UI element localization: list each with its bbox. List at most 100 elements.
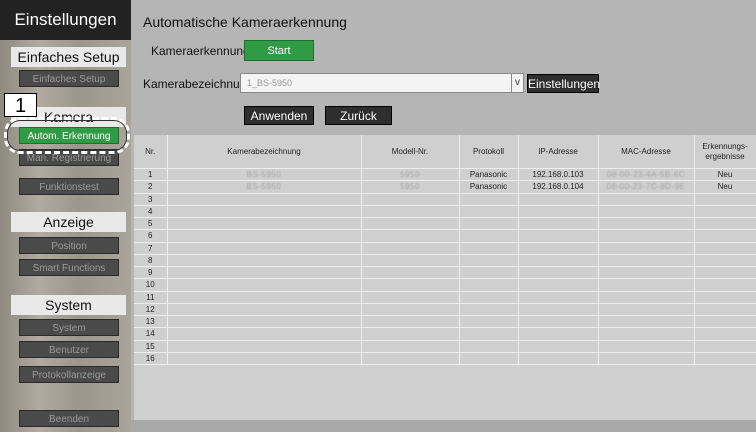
callout-marker: 1 — [4, 93, 37, 117]
table-cell: 12 — [134, 303, 168, 317]
users-button[interactable]: Benutzer — [19, 341, 119, 358]
settings-button[interactable]: Einstellungen — [527, 74, 600, 93]
table-cell: Neu — [694, 180, 756, 194]
camera-table: Nr. Kamerabezeichnung Modell-Nr. Protokoll I… — [134, 135, 756, 420]
smart-functions-button[interactable]: Smart Functions — [19, 259, 119, 276]
table-cell — [167, 315, 362, 329]
table-cell — [598, 352, 695, 366]
table-header-row: Nr. Kamerabezeichnung Modell-Nr. Protokoll I… — [134, 135, 756, 169]
table-cell — [361, 291, 460, 304]
table-cell — [598, 193, 695, 206]
sidebar-title: Einstellungen — [0, 0, 131, 40]
table-cell — [459, 340, 519, 353]
table-cell — [694, 278, 756, 292]
system-button[interactable]: System — [19, 319, 119, 336]
section-display: Anzeige — [11, 212, 126, 232]
table-cell: 1 — [134, 168, 168, 182]
dropdown-arrow-icon[interactable]: v — [511, 74, 523, 92]
table-row[interactable]: 5 — [134, 217, 756, 231]
apply-button[interactable]: Anwenden — [244, 106, 314, 125]
table-cell: 5950 — [361, 168, 460, 182]
table-cell — [598, 254, 695, 268]
table-cell: 4 — [134, 205, 168, 219]
table-cell: 5950 — [361, 180, 460, 194]
sidebar: Einstellungen Einfaches Setup Einfaches … — [0, 0, 131, 432]
camera-name-dropdown[interactable]: 1_BS-5950 v — [240, 73, 524, 93]
exit-button[interactable]: Beenden — [19, 410, 119, 427]
table-cell — [694, 352, 756, 366]
function-test-button[interactable]: Funktionstest — [19, 178, 119, 195]
column-header: Nr. — [134, 135, 168, 169]
table-cell: BS-5950 — [167, 168, 362, 182]
table-cell: 08-00-23-7C-8D-9E — [598, 180, 695, 194]
table-cell — [459, 315, 519, 329]
table-row[interactable]: 13 — [134, 315, 756, 329]
table-cell — [518, 278, 599, 292]
table-cell — [167, 278, 362, 292]
table-cell — [518, 327, 599, 341]
callout-highlight — [4, 117, 130, 154]
table-cell — [518, 217, 599, 231]
table-row[interactable]: 11 — [134, 291, 756, 304]
table-cell — [167, 242, 362, 255]
table-cell: 13 — [134, 315, 168, 329]
table-cell — [694, 254, 756, 268]
table-row[interactable]: 9 — [134, 266, 756, 280]
table-cell: 8 — [134, 254, 168, 268]
easy-setup-button[interactable]: Einfaches Setup — [19, 70, 119, 87]
table-cell — [361, 193, 460, 206]
table-cell — [361, 278, 460, 292]
table-cell — [361, 352, 460, 366]
table-row[interactable]: 2 BS-5950 5950 Panasonic 192.168.0.104 08-00-… — [134, 180, 756, 194]
table-cell — [518, 340, 599, 353]
table-cell — [459, 278, 519, 292]
table-row[interactable]: 16 — [134, 352, 756, 366]
table-cell — [361, 315, 460, 329]
column-header: MAC-Adresse — [598, 135, 695, 169]
table-cell — [361, 303, 460, 317]
column-header: Kamerabezeichnung — [167, 135, 362, 169]
table-cell — [459, 217, 519, 231]
table-row[interactable]: 1 BS-5950 5950 Panasonic 192.168.0.103 08-00-… — [134, 168, 756, 182]
table-cell — [694, 291, 756, 304]
table-row[interactable]: 14 — [134, 327, 756, 341]
table-cell — [598, 205, 695, 219]
table-cell — [361, 229, 460, 243]
table-cell — [598, 242, 695, 255]
page-title: Automatische Kameraerkennung — [143, 14, 347, 30]
table-row[interactable]: 10 — [134, 278, 756, 292]
table-cell — [459, 266, 519, 280]
table-cell — [694, 303, 756, 317]
column-header: Protokoll — [459, 135, 519, 169]
table-row[interactable]: 3 — [134, 193, 756, 206]
table-row[interactable]: 12 — [134, 303, 756, 317]
table-row[interactable]: 15 — [134, 340, 756, 353]
table-row[interactable]: 7 — [134, 242, 756, 255]
table-body: 1 BS-5950 5950 Panasonic 192.168.0.103 08-00-… — [134, 168, 756, 366]
table-cell — [459, 291, 519, 304]
table-cell — [598, 340, 695, 353]
table-row[interactable]: 6 — [134, 229, 756, 243]
table-row[interactable]: 8 — [134, 254, 756, 268]
back-button[interactable]: Zurück — [325, 106, 392, 125]
table-cell — [598, 315, 695, 329]
table-cell — [459, 352, 519, 366]
table-cell — [518, 229, 599, 243]
table-cell: 7 — [134, 242, 168, 255]
table-cell — [167, 266, 362, 280]
start-button[interactable]: Start — [244, 40, 314, 61]
table-cell — [694, 266, 756, 280]
table-cell — [518, 254, 599, 268]
position-button[interactable]: Position — [19, 237, 119, 254]
table-cell — [167, 352, 362, 366]
table-cell: 3 — [134, 193, 168, 206]
log-view-button[interactable]: Protokollanzeige — [19, 366, 119, 383]
table-cell — [598, 291, 695, 304]
table-cell — [361, 254, 460, 268]
table-cell — [518, 205, 599, 219]
table-row[interactable]: 4 — [134, 205, 756, 219]
table-cell — [459, 254, 519, 268]
table-cell — [361, 340, 460, 353]
table-cell: 16 — [134, 352, 168, 366]
table-cell: 2 — [134, 180, 168, 194]
